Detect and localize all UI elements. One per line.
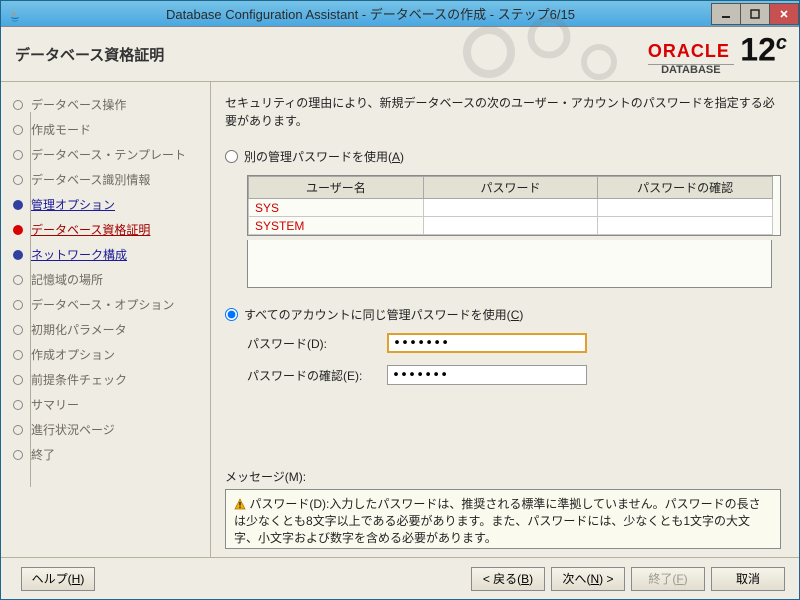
back-button[interactable]: < 戻る(B) <box>471 567 545 591</box>
cell-confirm-sys[interactable] <box>598 199 773 217</box>
app-window: Database Configuration Assistant - データベー… <box>0 0 800 600</box>
oracle-logo: ORACLE 12c DATABASE <box>648 33 787 76</box>
confirm-input[interactable] <box>387 365 587 385</box>
radio-different-input[interactable] <box>225 150 238 163</box>
nav-network[interactable]: ネットワーク構成 <box>13 242 210 267</box>
nav-db-id: データベース識別情報 <box>13 167 210 192</box>
cell-user-sys: SYS <box>249 199 424 217</box>
password-table: ユーザー名 パスワード パスワードの確認 SYS SYSTEM <box>247 175 781 236</box>
cell-user-system: SYSTEM <box>249 217 424 235</box>
col-confirm: パスワードの確認 <box>598 177 773 199</box>
header: データベース資格証明 ORACLE 12c DATABASE <box>1 27 799 82</box>
nav-storage: 記憶域の場所 <box>13 267 210 292</box>
table-row: SYS <box>249 199 773 217</box>
radio-same-password[interactable]: すべてのアカウントに同じ管理パスワードを使用(C) <box>225 306 781 323</box>
finish-button: 終了(F) <box>631 567 705 591</box>
logo-version: 12c <box>740 33 787 66</box>
nav-prereq: 前提条件チェック <box>13 367 210 392</box>
password-label: パスワード(D): <box>247 335 387 352</box>
radio-different-label: 別の管理パスワードを使用(A) <box>244 148 404 165</box>
nav-db-options: データベース・オプション <box>13 292 210 317</box>
password-input[interactable] <box>387 333 587 353</box>
nav-template: データベース・テンプレート <box>13 142 210 167</box>
nav-init-params: 初期化パラメータ <box>13 317 210 342</box>
logo-subtitle: DATABASE <box>648 64 734 76</box>
intro-text: セキュリティの理由により、新規データベースの次のユーザー・アカウントのパスワード… <box>225 94 781 130</box>
nav-create-options: 作成オプション <box>13 342 210 367</box>
maximize-button[interactable] <box>740 3 770 25</box>
col-user: ユーザー名 <box>249 177 424 199</box>
wizard-sidebar: データベース操作 作成モード データベース・テンプレート データベース識別情報 … <box>1 82 211 557</box>
cell-pwd-system[interactable] <box>423 217 598 235</box>
confirm-label: パスワードの確認(E): <box>247 367 387 384</box>
cancel-button[interactable]: 取消 <box>711 567 785 591</box>
next-button[interactable]: 次へ(N) > <box>551 567 625 591</box>
window-buttons <box>712 3 799 25</box>
warning-icon <box>234 498 246 510</box>
nav-mgmt-options[interactable]: 管理オプション <box>13 192 210 217</box>
java-icon <box>7 6 23 22</box>
nav-summary: サマリー <box>13 392 210 417</box>
nav-db-operation: データベース操作 <box>13 92 210 117</box>
nav-create-mode: 作成モード <box>13 117 210 142</box>
content-pane: セキュリティの理由により、新規データベースの次のユーザー・アカウントのパスワード… <box>211 82 799 557</box>
page-title: データベース資格証明 <box>15 44 164 65</box>
cell-confirm-system[interactable] <box>598 217 773 235</box>
cell-pwd-sys[interactable] <box>423 199 598 217</box>
body: データベース操作 作成モード データベース・テンプレート データベース識別情報 … <box>1 82 799 557</box>
table-header: ユーザー名 パスワード パスワードの確認 <box>249 177 773 199</box>
password-row: パスワード(D): <box>247 333 781 353</box>
nav-finish: 終了 <box>13 442 210 467</box>
logo-brand: ORACLE <box>648 42 730 60</box>
footer: ヘルプ(H) < 戻る(B) 次へ(N) > 終了(F) 取消 <box>1 557 799 599</box>
table-row: SYSTEM <box>249 217 773 235</box>
nav-progress: 進行状況ページ <box>13 417 210 442</box>
radio-different-passwords[interactable]: 別の管理パスワードを使用(A) <box>225 148 781 165</box>
table-empty-area <box>247 240 772 288</box>
messages-box[interactable]: パスワード(D):入力したパスワードは、推奨される標準に準拠していません。パスワ… <box>225 489 781 549</box>
close-button[interactable] <box>769 3 799 25</box>
messages-text: パスワード(D):入力したパスワードは、推奨される標準に準拠していません。パスワ… <box>234 497 761 545</box>
col-pwd: パスワード <box>423 177 598 199</box>
minimize-button[interactable] <box>711 3 741 25</box>
window-title: Database Configuration Assistant - データベー… <box>29 4 712 23</box>
confirm-row: パスワードの確認(E): <box>247 365 781 385</box>
radio-same-label: すべてのアカウントに同じ管理パスワードを使用(C) <box>244 306 523 323</box>
gear-decor <box>459 17 659 92</box>
messages-label: メッセージ(M): <box>225 468 781 485</box>
nav-db-credentials[interactable]: データベース資格証明 <box>13 217 210 242</box>
titlebar: Database Configuration Assistant - データベー… <box>1 1 799 27</box>
radio-same-input[interactable] <box>225 308 238 321</box>
help-button[interactable]: ヘルプ(H) <box>21 567 95 591</box>
